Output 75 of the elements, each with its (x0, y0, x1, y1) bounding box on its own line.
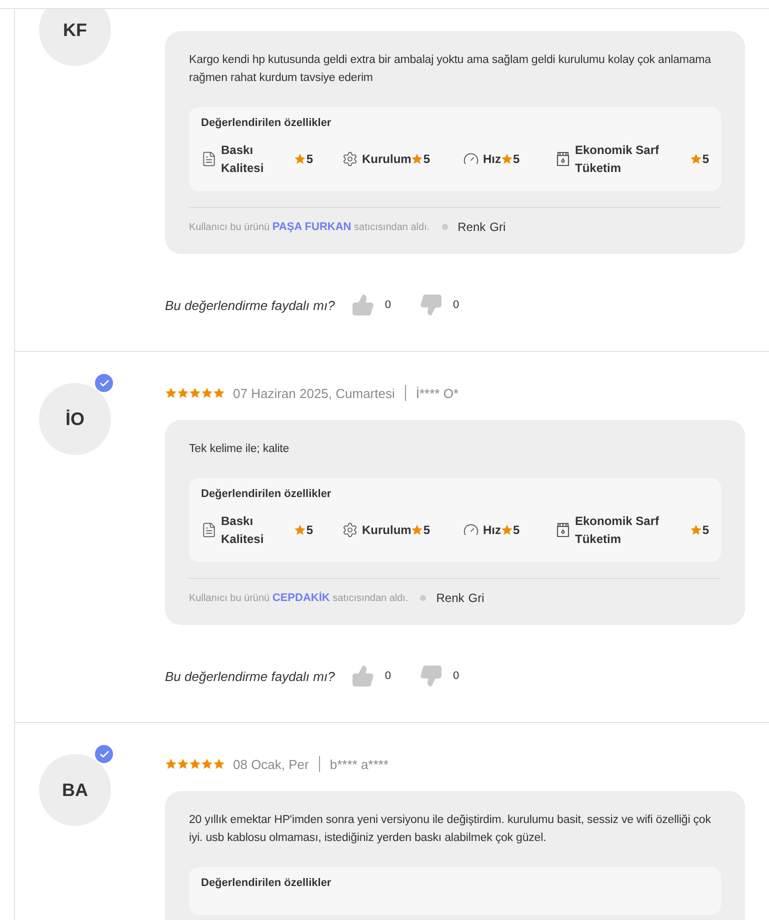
star-icon (411, 524, 424, 536)
features-title: Değerlendirilen özellikler (201, 488, 332, 500)
feature-score: 5 (702, 523, 709, 537)
feature-score: 5 (702, 152, 709, 166)
feature-score: 5 (513, 152, 520, 166)
star-icon (294, 153, 306, 165)
review-text: Tek kelime ile; kalite (189, 442, 290, 457)
attribute-label: Renk (458, 220, 486, 234)
seller-link[interactable]: PAŞA FURKAN (272, 221, 352, 233)
features-title: Değerlendirilen özellikler (201, 117, 332, 129)
star-icon (177, 387, 189, 399)
feature-score: 5 (306, 523, 313, 537)
review-date: 08 Ocak, Per (233, 756, 309, 772)
feature-name: Ekonomik Sarf Tüketim (575, 142, 660, 177)
star-icon (189, 758, 201, 770)
feature-score: 5 (423, 523, 430, 537)
feature-score: 5 (423, 152, 430, 166)
settings-icon (342, 151, 358, 167)
jar-icon (555, 522, 571, 538)
like-button[interactable] (350, 293, 375, 317)
attribute-label: Renk (436, 591, 464, 605)
seller-link[interactable]: CEPDAKİK (272, 592, 330, 604)
feature-score: 5 (306, 152, 313, 166)
avatar: İO (39, 383, 111, 455)
settings-icon (342, 522, 358, 538)
feature-name: Baskı Kalitesi (221, 142, 265, 177)
document-icon (201, 522, 217, 538)
attribute-value: Gri (490, 220, 506, 234)
avatar: BA (39, 754, 111, 826)
review-text: 20 yıllık emektar HP'imden sonra yeni versiyonu ile değiştirdim. kurulumu basit, sessiz ve wifi özelliği çok iyi. usb kablosu olmaması, istediğiniz yerden baskı alabilmek çok güzel. (189, 813, 712, 846)
like-button[interactable] (350, 664, 375, 688)
feature-name: Hız (483, 522, 501, 539)
seller-note: Kullanıcı bu ürünü CEPDAKİK satıcısından aldı. (189, 592, 408, 604)
star-icon (690, 524, 702, 536)
star-icon (189, 387, 201, 399)
star-icon (501, 153, 513, 165)
reviewer-name: b**** a**** (330, 756, 388, 772)
document-icon (201, 151, 217, 167)
star-icon (201, 758, 213, 770)
jar-icon (555, 151, 571, 167)
dislike-count: 0 (452, 299, 460, 311)
star-icon (690, 153, 702, 165)
star-icon (165, 387, 177, 399)
feature-name: Ekonomik Sarf Tüketim (575, 513, 660, 548)
dislike-button[interactable] (418, 664, 443, 688)
star-icon (294, 524, 306, 536)
review-date: 07 Haziran 2025, Cumartesi (233, 386, 395, 400)
review-text: Kargo kendi hp kutusunda geldi extra bir ambalaj yoktu ama sağlam geldi kurulumu kolay çok anlamama rağmen rahat kurdum tavsiye ederim (189, 53, 712, 86)
features-title: Değerlendirilen özellikler (201, 877, 332, 889)
star-icon (501, 524, 513, 536)
feature-name: Kurulum (362, 151, 412, 168)
star-icon (201, 387, 213, 399)
attribute-value: Gri (468, 591, 484, 605)
dislike-button[interactable] (418, 293, 443, 317)
feature-name: Hız (483, 151, 501, 168)
separator-dot (420, 595, 426, 601)
star-icon (165, 758, 177, 770)
dislike-count: 0 (452, 670, 460, 682)
feature-name: Kurulum (362, 522, 412, 539)
reviewer-name: İ**** O* (416, 386, 458, 400)
helpful-question: Bu değerlendirme faydalı mı? (165, 668, 335, 684)
helpful-question: Bu değerlendirme faydalı mı? (165, 298, 335, 312)
star-icon (213, 758, 225, 770)
star-icon (213, 387, 225, 399)
gauge-icon (463, 151, 479, 167)
separator-dot (442, 224, 448, 230)
seller-note: Kullanıcı bu ürünü PAŞA FURKAN satıcısından aldı. (189, 221, 430, 233)
like-count: 0 (384, 299, 391, 311)
feature-score: 5 (513, 523, 520, 537)
gauge-icon (463, 522, 479, 538)
star-icon (177, 758, 189, 770)
star-icon (411, 153, 424, 165)
like-count: 0 (384, 670, 391, 682)
avatar: KF (39, 9, 111, 66)
feature-name: Baskı Kalitesi (221, 513, 265, 548)
